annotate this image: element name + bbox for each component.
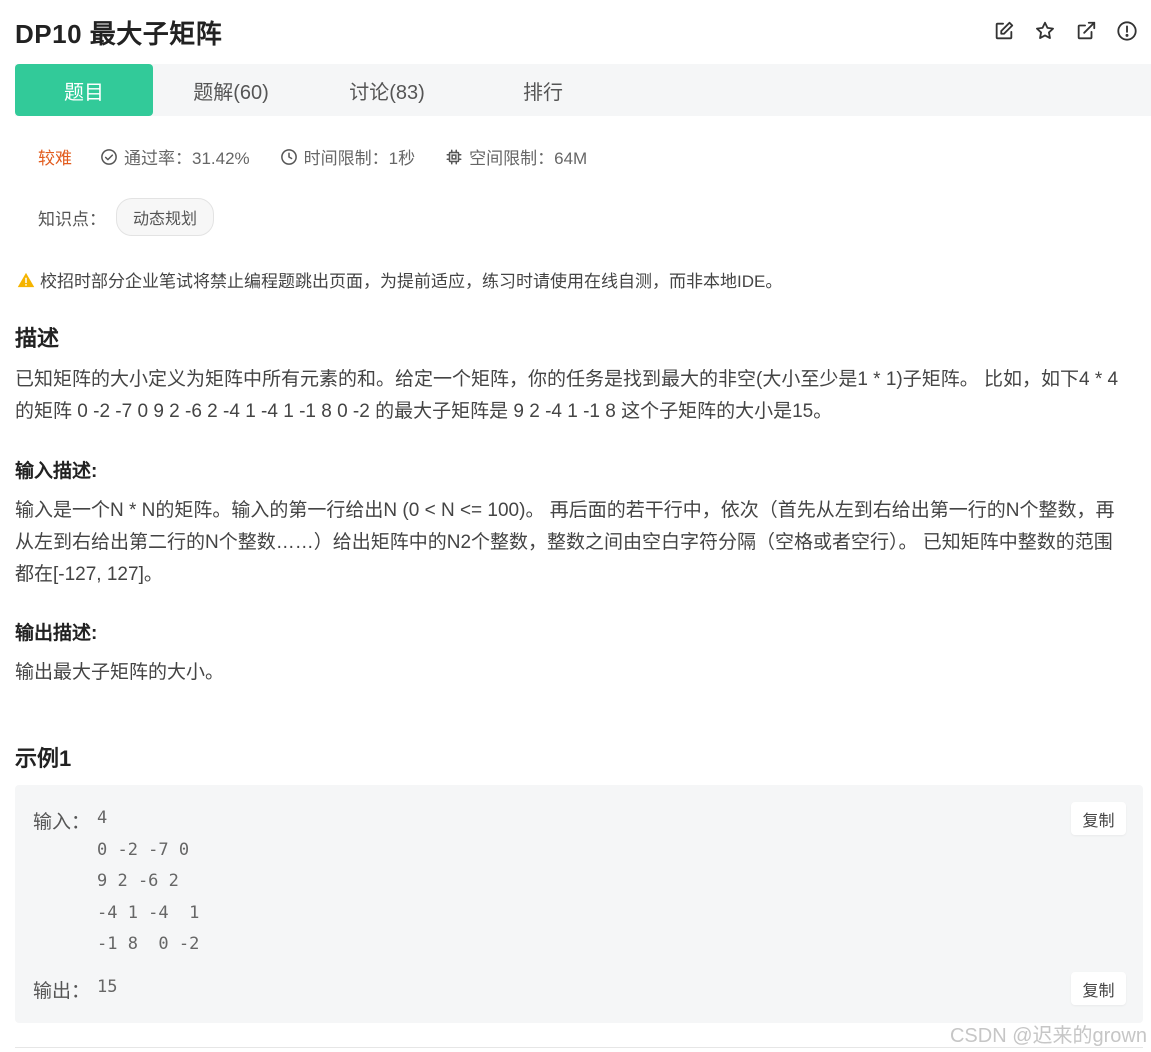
tab-solutions[interactable]: 题解(60) [153,64,309,116]
tab-discussion[interactable]: 讨论(83) [309,64,465,116]
copy-output-button[interactable]: 复制 [1071,972,1126,1005]
knowledge-label: 知识点： [38,209,106,229]
external-link-icon[interactable] [1073,18,1098,43]
copy-input-button[interactable]: 复制 [1071,802,1126,835]
pass-rate-text: 通过率：31.42% [124,149,250,168]
knowledge-points: 知识点： 动态规划 [38,198,215,236]
check-circle-icon [101,148,117,165]
page-title: DP10 最大子矩阵 [15,19,223,49]
title-bar: DP10 最大子矩阵 [0,0,1151,62]
exam-notice: 校招时部分企业笔试将禁止编程题跳出页面，为提前适应，练习时请使用在线自测，而非本… [17,267,782,292]
notice-text: 校招时部分企业笔试将禁止编程题跳出页面，为提前适应，练习时请使用在线自测，而非本… [40,272,783,291]
example-heading: 示例1 [15,746,72,771]
space-limit-text: 空间限制：64M [469,149,588,168]
problem-meta: 较难 通过率：31.42% 时间限制：1秒 空间限制：64M [38,144,617,169]
example-box: 输入： 4 0 -2 -7 0 9 2 -6 2 -4 1 -4 1 -1 8 … [15,785,1143,1023]
difficulty-badge: 较难 [38,149,72,168]
time-limit-text: 时间限制：1秒 [303,149,416,168]
warning-icon [17,272,35,287]
input-description-text: 输入是一个N * N的矩阵。输入的第一行给出N (0 < N <= 100)。 … [15,500,1115,585]
title-actions [991,18,1139,43]
problem-tabs: 题目 题解(60) 讨论(83) 排行 [15,64,1151,116]
example-output-value: 15 [97,977,118,997]
space-limit: 空间限制：64M [445,144,587,169]
pass-rate: 通过率：31.42% [100,144,250,169]
description-heading: 描述 [15,326,60,351]
info-icon[interactable] [1114,18,1139,43]
chip-icon [446,149,462,164]
example-input-value: 4 0 -2 -7 0 9 2 -6 2 -4 1 -4 1 -1 8 0 -2 [97,808,200,954]
tab-ranking[interactable]: 排行 [465,64,621,116]
output-description-text: 输出最大子矩阵的大小。 [15,662,225,683]
knowledge-tag[interactable]: 动态规划 [116,198,215,236]
example-input-label: 输入： [33,812,91,833]
star-icon[interactable] [1032,18,1057,43]
example-output-label: 输出： [33,981,91,1002]
edit-icon[interactable] [991,18,1016,43]
description-text: 已知矩阵的大小定义为矩阵中所有元素的和。给定一个矩阵，你的任务是找到最大的非空(… [15,369,1119,422]
output-description-heading: 输出描述: [15,623,98,644]
input-description-heading: 输入描述: [15,461,98,482]
clock-icon [280,148,297,165]
tab-problem[interactable]: 题目 [15,64,153,116]
time-limit: 时间限制：1秒 [280,144,415,169]
watermark: CSDN @迟来的grown [949,1025,1147,1047]
